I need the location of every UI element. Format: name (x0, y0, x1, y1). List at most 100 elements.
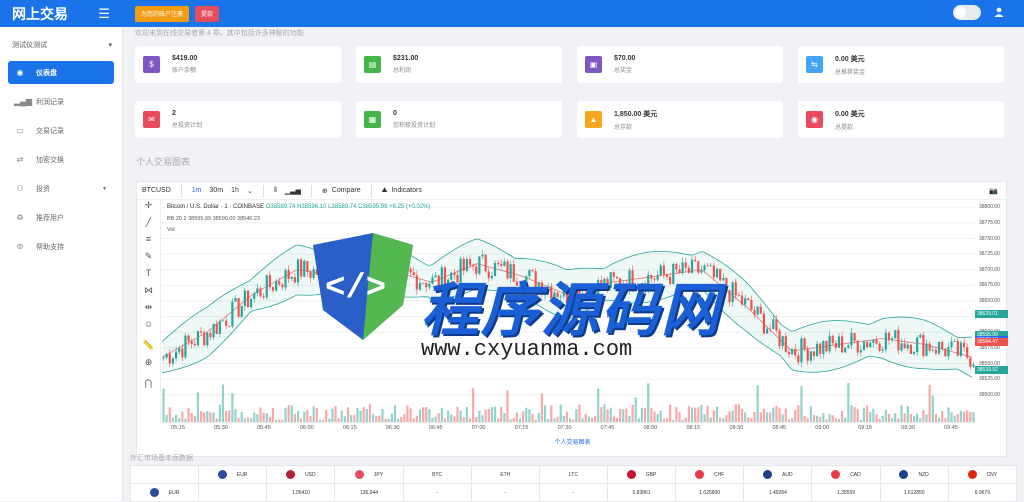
sidebar-item-4[interactable]: ⚇ 投资 ▾ (8, 177, 114, 200)
candle (731, 282, 734, 303)
volume-bar (700, 405, 703, 422)
volume-bar (762, 408, 766, 422)
pattern-icon[interactable]: ⋈ (137, 285, 160, 302)
candle (287, 270, 290, 279)
candle (181, 348, 184, 358)
zoom-icon[interactable]: ⊕ (137, 357, 160, 374)
interval-1m[interactable]: 1m (192, 187, 202, 194)
candle (425, 282, 428, 288)
candle (897, 330, 900, 351)
brush-icon[interactable]: ✎ (137, 251, 160, 268)
interval-1h[interactable]: 1h (231, 187, 239, 194)
withdraw-button[interactable]: 提款 (195, 5, 220, 22)
trading-chart[interactable]: BTCUSD 1m 30m 1h ⌄ ⫴ ▁▃▅ ⊕ Compare ⛰ Ind… (136, 181, 1008, 457)
volume-bar (853, 406, 856, 422)
volume-bar (537, 412, 540, 422)
candle (603, 278, 606, 287)
crosshair-icon[interactable]: ✛ (137, 200, 160, 217)
volume-bar (703, 414, 706, 422)
chart-caption[interactable]: 个人交易图表 (137, 437, 1008, 446)
indicators-button[interactable]: Indicators (391, 187, 421, 194)
candle (415, 275, 418, 290)
smile-icon[interactable]: ☺ (137, 319, 160, 336)
candle (581, 293, 584, 303)
candle (506, 261, 509, 279)
fx-value: 6.9679 (974, 489, 990, 496)
candle (306, 260, 309, 272)
candle (406, 265, 409, 269)
register-button[interactable]: 为您的账户注册 (135, 5, 190, 22)
sidebar-item-0[interactable]: ◉ 仪表盘 (8, 61, 114, 84)
candle (778, 330, 781, 347)
volume-bar (371, 413, 375, 422)
volume-bar (606, 409, 609, 422)
measure-icon[interactable]: ⇹ (137, 302, 160, 319)
candle (334, 275, 337, 286)
candle (493, 262, 497, 276)
chart-plot-area[interactable] (162, 201, 975, 422)
indicators-icon[interactable]: ⛰ (382, 187, 388, 195)
volume-bar (559, 404, 562, 422)
candle (837, 336, 841, 348)
candle (593, 290, 597, 300)
volume-bar (650, 408, 653, 422)
candle (631, 270, 634, 291)
volume-bar (690, 407, 694, 422)
theme-toggle[interactable] (953, 5, 981, 20)
chevron-down-icon[interactable]: ⌄ (247, 187, 253, 195)
price-tag: 38584.47 (975, 337, 1008, 346)
ruler-icon[interactable]: 📏 (137, 340, 160, 357)
trend-line-icon[interactable]: ╱ (137, 217, 160, 234)
fib-icon[interactable]: ≡ (137, 234, 160, 251)
symbol-label[interactable]: BTCUSD (142, 187, 171, 194)
fx-cell: 1.49284 (743, 483, 813, 502)
sidebar-item-3[interactable]: ⇄ 加密交换 (8, 148, 114, 171)
candles-icon[interactable]: ⫴ (274, 187, 277, 195)
stat-card: ▲ 1,850.00 美元 总存款 (577, 101, 783, 138)
fx-value: - (504, 489, 507, 496)
candle (587, 289, 590, 300)
sidebar-item-1[interactable]: ▂▄▆ 利润记录 (8, 90, 114, 113)
volume-bar (393, 405, 397, 422)
candle (350, 263, 353, 272)
interval-30m[interactable]: 30m (210, 187, 224, 194)
candle (694, 259, 697, 262)
candle (259, 288, 262, 297)
volume-bar (290, 405, 293, 422)
flag-icon (967, 470, 977, 479)
volume-bar (737, 404, 741, 422)
sidebar-item-2[interactable]: ▭ 交易记录 (8, 119, 114, 142)
candle (747, 298, 750, 301)
gift-icon: ▣ (585, 56, 602, 73)
bar-chart-icon[interactable]: ▁▃▅ (285, 187, 301, 195)
candle (162, 357, 165, 359)
candle (553, 292, 556, 299)
candle (872, 339, 875, 343)
volume-bar (775, 405, 778, 422)
brand[interactable]: 网上交易 ☰ (0, 0, 120, 27)
compare-button[interactable]: Compare (332, 187, 361, 194)
magnet-icon[interactable]: ⋂ (137, 378, 160, 395)
volume-bar (894, 413, 897, 422)
candle (409, 268, 412, 273)
camera-icon[interactable]: 📷 (989, 187, 998, 195)
volume-bar (481, 415, 484, 422)
text-icon[interactable]: T (137, 268, 160, 285)
candle (712, 265, 715, 278)
volume-bar (203, 412, 206, 422)
candle (790, 348, 794, 355)
sidebar-item-5[interactable]: ♻ 推荐用户 (8, 206, 114, 229)
add-icon[interactable]: ⊕ (322, 187, 328, 195)
user-icon[interactable] (994, 7, 1004, 19)
account-selector[interactable]: 测试仪测试 ▾ (12, 37, 112, 53)
candle (719, 268, 722, 281)
candle (221, 320, 225, 322)
volume-bar (715, 406, 719, 422)
hamburger-menu-icon[interactable]: ☰ (98, 6, 110, 22)
volume-bar (265, 413, 268, 422)
candle (565, 285, 569, 304)
sidebar-item-6[interactable]: ⊚ 帮助支持 (8, 235, 114, 258)
price-tick-label: 38500.00 (979, 391, 1000, 398)
volume-bar (284, 407, 287, 422)
volume-bar (625, 408, 628, 422)
